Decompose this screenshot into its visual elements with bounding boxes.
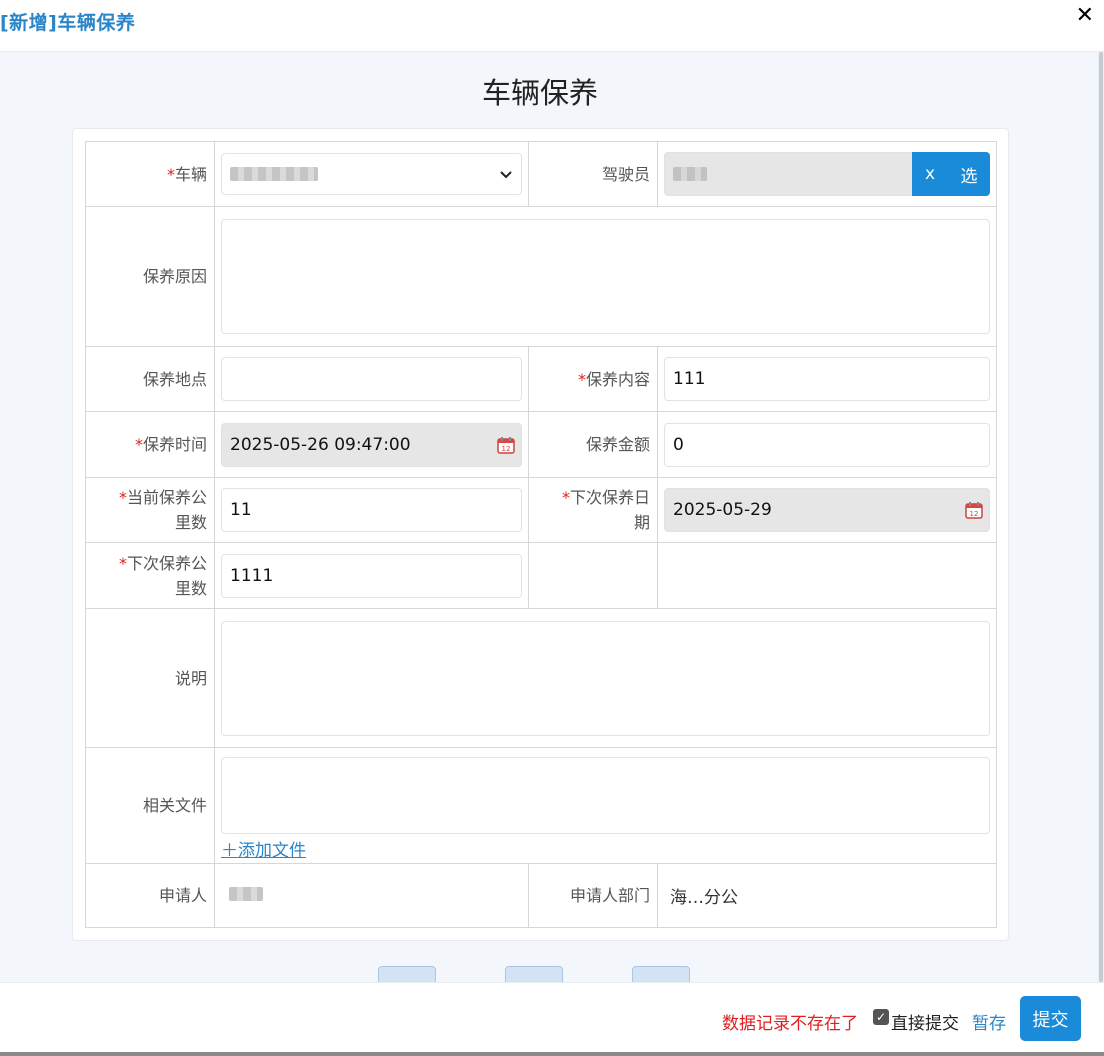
calendar-icon[interactable]: 12 <box>497 436 515 454</box>
scrollbar[interactable] <box>1098 52 1104 982</box>
form-card: *车辆 驾驶员 x 选 保养原因 保养地点 *保养内容 111 *保养时间 20… <box>72 128 1009 941</box>
dialog-title: [新增]车辆保养 <box>0 12 136 34</box>
time-label: *保养时间 <box>85 411 215 478</box>
select-driver-button[interactable]: 选 <box>948 152 990 196</box>
hidden-buttons-row <box>0 966 1104 982</box>
location-label: 保养地点 <box>85 346 215 412</box>
applicant-dept-label: 申请人部门 <box>528 863 658 928</box>
clear-driver-button[interactable]: x <box>912 152 948 196</box>
applicant-label: 申请人 <box>85 863 215 928</box>
applicant-dept-value: 海…分公 <box>670 888 738 908</box>
svg-text:12: 12 <box>502 445 511 453</box>
scrollbar-thumb[interactable] <box>1099 52 1103 982</box>
draft-link[interactable]: 暂存 <box>972 1009 1006 1034</box>
direct-submit-checkbox[interactable]: ✓ <box>873 1009 889 1025</box>
add-file-link[interactable]: ＋添加文件 <box>221 836 306 861</box>
ghost-button <box>505 966 563 982</box>
files-list <box>221 756 990 834</box>
dialog-header: [新增]车辆保养 ✕ <box>0 0 1104 52</box>
content-label: *保养内容 <box>528 346 658 412</box>
calendar-icon[interactable]: 12 <box>965 501 983 519</box>
bottom-border <box>0 1052 1104 1056</box>
empty-label-cell <box>528 542 658 609</box>
direct-submit-label[interactable]: 直接提交 <box>891 1009 959 1034</box>
reason-textarea[interactable] <box>221 219 990 334</box>
driver-picker: x 选 <box>664 152 990 196</box>
applicant-value-redacted <box>229 887 263 901</box>
driver-value-redacted <box>673 167 707 181</box>
next-km-input[interactable]: 1111 <box>221 553 522 598</box>
form-heading: 车辆保养 <box>481 76 598 110</box>
vehicle-label: *车辆 <box>85 141 215 207</box>
driver-input[interactable] <box>664 152 912 196</box>
dialog-body: 车辆保养 *车辆 驾驶员 x 选 保养原因 保养地点 *保养内容 111 *保养… <box>0 52 1104 982</box>
ghost-button <box>378 966 436 982</box>
files-label: 相关文件 <box>85 747 215 864</box>
empty-value-cell <box>657 542 997 609</box>
location-input[interactable] <box>221 357 522 401</box>
close-icon[interactable]: ✕ <box>1076 4 1094 28</box>
note-label: 说明 <box>85 608 215 748</box>
ghost-button <box>632 966 690 982</box>
vehicle-select[interactable] <box>221 153 522 195</box>
current-km-input[interactable]: 11 <box>221 488 522 532</box>
time-input[interactable]: 2025-05-26 09:47:00 12 <box>221 422 522 467</box>
note-textarea[interactable] <box>221 620 990 736</box>
dialog-footer: 数据记录不存在了 ✓ 直接提交 暂存 提交 <box>0 982 1104 1052</box>
svg-text:12: 12 <box>970 510 979 518</box>
current-km-label: *当前保养公 里数 <box>85 477 215 543</box>
reason-label: 保养原因 <box>85 206 215 347</box>
chevron-down-icon <box>500 171 512 179</box>
next-date-label: *下次保养日期 <box>528 477 658 543</box>
amount-input[interactable]: 0 <box>664 422 990 467</box>
driver-label: 驾驶员 <box>528 141 658 207</box>
next-date-input[interactable]: 2025-05-29 12 <box>664 488 990 532</box>
amount-label: 保养金额 <box>528 411 658 478</box>
vehicle-value-redacted <box>230 167 318 181</box>
submit-button[interactable]: 提交 <box>1020 996 1081 1041</box>
content-input[interactable]: 111 <box>664 357 990 401</box>
form-table: *车辆 驾驶员 x 选 保养原因 保养地点 *保养内容 111 *保养时间 20… <box>85 141 997 928</box>
error-message: 数据记录不存在了 <box>722 1014 858 1034</box>
next-km-label: *下次保养公 里数 <box>85 542 215 609</box>
